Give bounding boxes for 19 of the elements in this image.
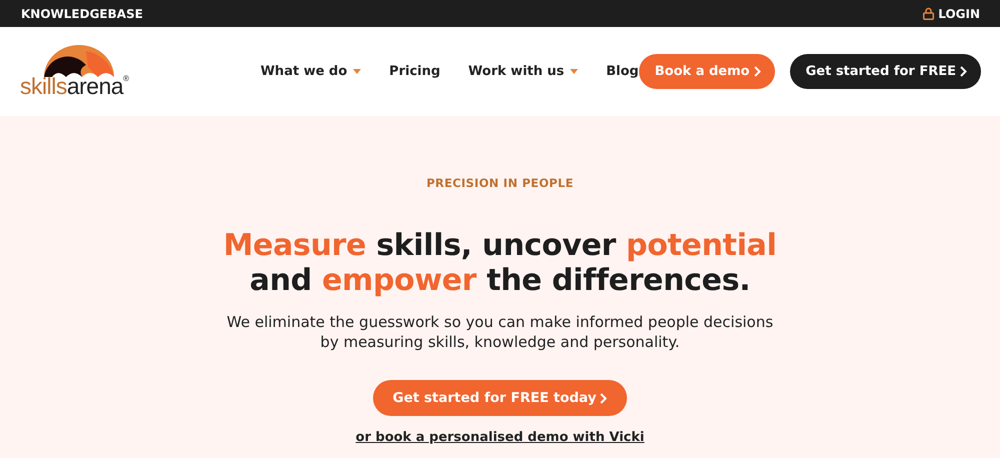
hero-description: We eliminate the guesswork so you can make informed people decisions by measuring skills, knowledge and personality. bbox=[226, 312, 774, 352]
caret-icon bbox=[353, 69, 362, 74]
chevron-icon bbox=[754, 66, 761, 77]
login-link[interactable]: LOGIN bbox=[923, 6, 980, 20]
book-demo-link[interactable]: or book a personalised demo with Vicki bbox=[356, 430, 644, 445]
chevron-icon bbox=[600, 392, 608, 404]
nav-link[interactable]: Blog bbox=[606, 64, 639, 79]
knowledgebase-link[interactable]: KNOWLEDGEBASE bbox=[21, 6, 143, 20]
headline: Measure skills, uncover potential and empower the differences. bbox=[223, 228, 777, 298]
nav-link[interactable]: Work with us bbox=[468, 64, 578, 79]
caret-icon bbox=[570, 69, 578, 74]
get-started-button[interactable]: Get started for FREE bbox=[790, 54, 981, 89]
lock-icon bbox=[923, 7, 934, 20]
chevron-icon bbox=[960, 66, 967, 77]
logo-text: skillsarena® bbox=[20, 75, 129, 98]
nav-link[interactable]: Pricing bbox=[389, 64, 440, 79]
logo-icon bbox=[42, 45, 116, 77]
eyebrow-text: PRECISION IN PEOPLE bbox=[426, 176, 574, 190]
nav-link[interactable]: What we do bbox=[260, 64, 362, 79]
